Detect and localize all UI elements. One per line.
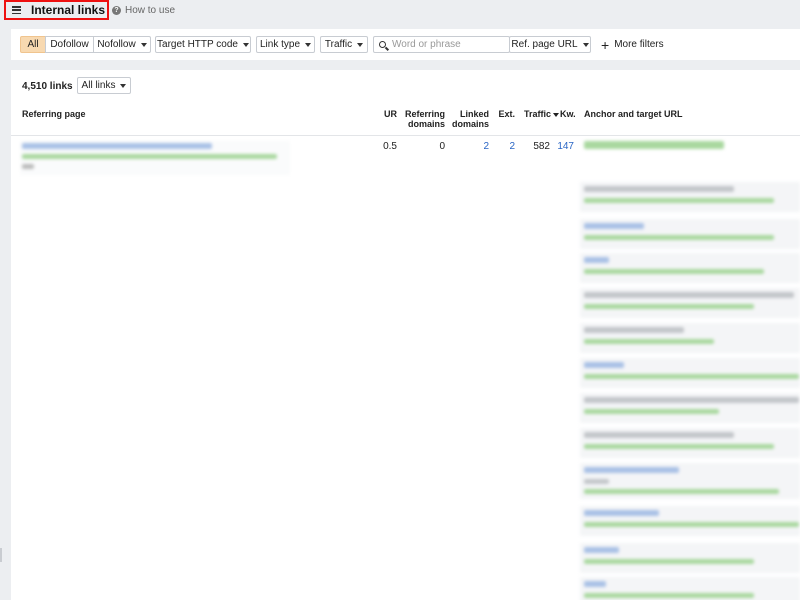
target-http-code-dropdown[interactable]: Target HTTP code	[155, 36, 251, 53]
col-referring-page[interactable]: Referring page	[22, 109, 86, 119]
anchor-item[interactable]	[580, 253, 800, 283]
anchor-item[interactable]	[580, 463, 800, 499]
menu-icon[interactable]	[12, 6, 21, 14]
chevron-down-icon	[582, 42, 589, 47]
anchor-target-url[interactable]	[584, 141, 724, 149]
anchor-item[interactable]	[580, 288, 800, 318]
anchor-item[interactable]	[580, 577, 800, 600]
how-to-use-label: How to use	[125, 5, 176, 16]
filter-bar: All Dofollow Nofollow Target HTTP code L…	[11, 29, 800, 60]
search-placeholder: Word or phrase	[392, 39, 461, 50]
link-type-dropdown[interactable]: Link type	[256, 36, 315, 53]
anchor-item[interactable]	[580, 428, 800, 458]
anchor-item[interactable]	[580, 506, 800, 536]
ref-page-url-dropdown[interactable]: Ref. page URL	[509, 36, 591, 53]
chevron-down-icon	[357, 42, 364, 47]
anchor-item[interactable]	[580, 219, 800, 249]
traffic-value: 582	[533, 141, 550, 152]
results-panel: 4,510 links All links Referring page UR …	[11, 70, 800, 600]
how-to-use-link[interactable]: ? How to use	[112, 5, 175, 16]
page-title: Internal links	[31, 3, 106, 17]
col-kw[interactable]: Kw.	[560, 109, 576, 119]
col-ur[interactable]: UR	[381, 109, 397, 119]
chevron-down-icon	[305, 42, 312, 47]
table-divider	[11, 135, 800, 136]
ur-value: 0.5	[383, 141, 397, 152]
all-links-dropdown[interactable]: All links	[77, 77, 131, 94]
linked-domains-value[interactable]: 2	[469, 141, 489, 152]
chevron-down-icon	[120, 83, 127, 88]
scroll-edge	[0, 548, 2, 562]
col-referring-domains[interactable]: Referring domains	[403, 109, 445, 129]
anchor-item[interactable]	[580, 323, 800, 353]
col-ext[interactable]: Ext.	[495, 109, 515, 119]
anchor-item[interactable]	[580, 543, 800, 573]
page-title-highlight: Internal links	[4, 0, 109, 20]
help-icon: ?	[112, 6, 121, 15]
referring-domains-value: 0	[439, 141, 445, 152]
traffic-dropdown[interactable]: Traffic	[320, 36, 368, 53]
col-traffic[interactable]: Traffic	[524, 109, 560, 119]
referring-page-cell[interactable]	[20, 141, 290, 175]
chevron-down-icon	[140, 42, 147, 47]
col-anchor-target[interactable]: Anchor and target URL	[584, 109, 683, 119]
anchor-item[interactable]	[580, 393, 800, 423]
filter-all-button[interactable]: All	[20, 36, 46, 53]
search-icon	[379, 41, 386, 48]
filter-nofollow-dropdown[interactable]: Nofollow	[93, 36, 151, 53]
kw-value[interactable]: 147	[554, 141, 574, 152]
ext-value[interactable]: 2	[501, 141, 515, 152]
plus-icon: +	[601, 36, 610, 53]
more-filters-button[interactable]: + More filters	[601, 36, 664, 53]
search-input[interactable]: Word or phrase	[373, 36, 510, 53]
col-linked-domains[interactable]: Linked domains	[449, 109, 489, 129]
chevron-down-icon	[242, 42, 249, 47]
anchor-item[interactable]	[580, 182, 800, 212]
filter-dofollow-button[interactable]: Dofollow	[45, 36, 94, 53]
links-count: 4,510 links	[22, 81, 73, 92]
sort-desc-icon	[553, 112, 560, 117]
anchor-item[interactable]	[580, 358, 800, 388]
